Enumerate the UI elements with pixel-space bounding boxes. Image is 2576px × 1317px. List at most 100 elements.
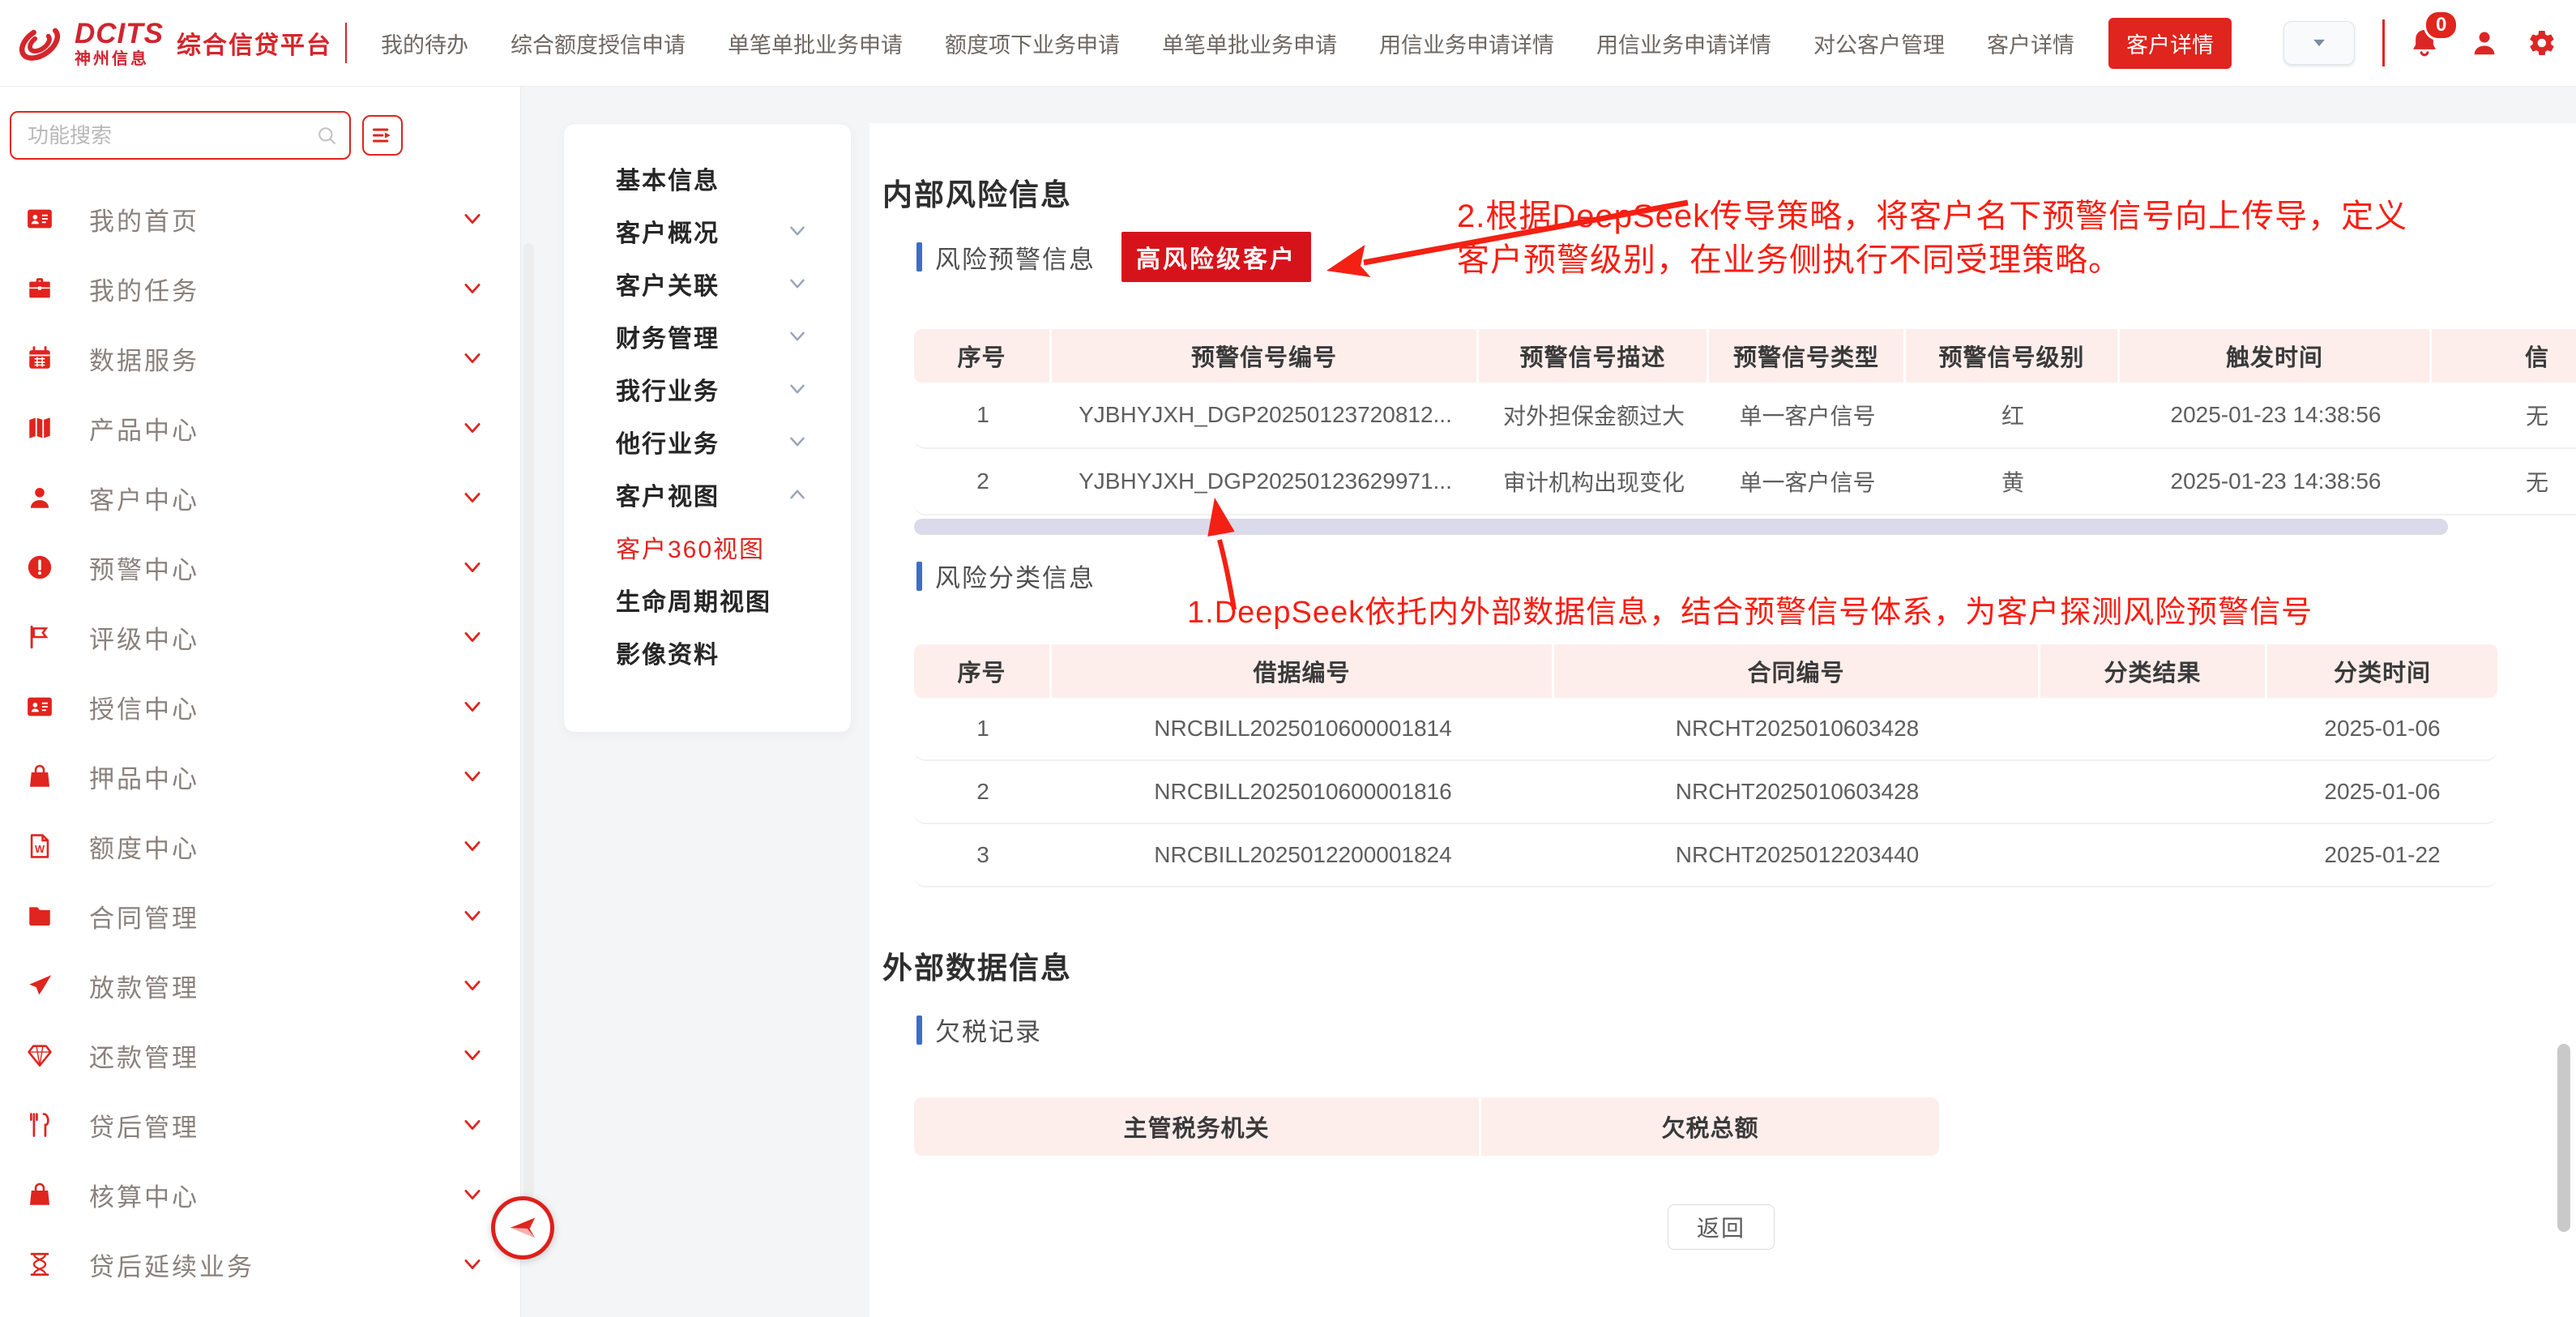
collapse-arrow-icon (504, 1209, 541, 1246)
cell: 无 (2432, 449, 2576, 514)
submenu-item[interactable]: 基本信息 (564, 152, 851, 204)
sidebar-item[interactable]: 客户中心 (0, 463, 520, 532)
section-bar (916, 1016, 922, 1045)
nav-tab[interactable]: 对公客户管理 (1813, 28, 1945, 59)
docw-icon: W (26, 832, 53, 860)
bag-icon (26, 1181, 53, 1208)
table-row[interactable]: 2 YJBHYJXH_DGP20250123629971... 审计机构出现变化… (914, 449, 2576, 515)
folder-icon (26, 902, 53, 930)
sidebar-item[interactable]: 还款管理 (0, 1020, 520, 1090)
cell: 3 (914, 824, 1052, 886)
sidebar-item[interactable]: 合同管理 (0, 881, 520, 951)
cell: 1 (914, 383, 1052, 447)
sidebar-item[interactable]: W 额度中心 (0, 811, 520, 881)
chevron-down-icon (462, 208, 483, 229)
risk-class-section-header: 风险分类信息 (916, 558, 1096, 594)
sidebar-item[interactable]: 我的首页 (0, 184, 520, 254)
nav-tab[interactable]: 用信业务申请详情 (1596, 28, 1771, 59)
plane-icon (26, 972, 53, 999)
chevron-up-icon (788, 485, 807, 504)
logo-text: DCITS 神州信息 (75, 19, 164, 67)
chevron-down-icon (462, 975, 483, 996)
diamond-icon (26, 1041, 53, 1069)
company-name-cn: 神州信息 (75, 51, 164, 67)
sidebar-item[interactable]: 产品中心 (0, 393, 520, 463)
nav-tab[interactable]: 我的待办 (381, 28, 468, 59)
caret-down-icon (2310, 34, 2328, 52)
sidebar-item[interactable]: 数据服务 (0, 323, 520, 393)
notifications-button[interactable]: 0 (2407, 26, 2441, 60)
submenu-item[interactable]: 客户视图 (564, 468, 851, 520)
submenu-item[interactable]: 财务管理 (564, 310, 851, 362)
tabs-dropdown-button[interactable] (2283, 21, 2355, 65)
nav-tab[interactable]: 单笔单批业务申请 (1162, 28, 1337, 59)
cell: 2 (914, 761, 1052, 823)
chevron-down-icon (462, 487, 483, 508)
nav-tab[interactable]: 客户详情 (1987, 28, 2074, 59)
cell: 审计机构出现变化 (1479, 449, 1709, 514)
menu-collapse-button[interactable] (362, 115, 403, 156)
chevron-down-icon (788, 327, 807, 346)
sidebar-item[interactable]: 授信中心 (0, 672, 520, 742)
column-header: 合同编号 (1554, 644, 2040, 698)
cell: NRCBILL2025010600001816 (1052, 761, 1554, 823)
submenu-item[interactable]: 客户概况 (564, 204, 851, 257)
submenu-item[interactable]: 生命周期视图 (564, 573, 851, 626)
sidebar-item[interactable]: 我的任务 (0, 254, 520, 323)
top-navbar: DCITS 神州信息 综合信贷平台 我的待办综合额度授信申请单笔单批业务申请额度… (0, 0, 2576, 87)
annotation-2-line2: 客户预警级别，在业务侧执行不同受理策略。 (1457, 238, 2407, 282)
chevron-down-icon (462, 905, 483, 926)
annotation-2-line1: 2.根据DeepSeek传导策略，将客户名下预警信号向上传导，定义 (1457, 195, 2407, 238)
user-icon[interactable] (2469, 28, 2500, 58)
column-header: 分类结果 (2040, 644, 2267, 698)
submenu-item[interactable]: 客户360视图 (564, 520, 851, 573)
table-row[interactable]: 1 YJBHYJXH_DGP20250123720812... 对外担保金额过大… (914, 383, 2576, 449)
submenu-item[interactable]: 我行业务 (564, 362, 851, 415)
sidebar-item[interactable]: 贷后延续业务 (0, 1229, 520, 1299)
sidebar-item[interactable]: 核算中心 (0, 1160, 520, 1229)
utensils-icon (26, 1111, 53, 1139)
nav-tab[interactable]: 额度项下业务申请 (945, 28, 1120, 59)
back-button[interactable]: 返回 (1668, 1204, 1775, 1250)
page-vertical-scrollbar[interactable] (2557, 1044, 2570, 1232)
active-tab-button[interactable]: 客户详情 (2108, 18, 2232, 69)
nav-tab[interactable]: 用信业务申请详情 (1379, 28, 1554, 59)
cell: NRCBILL2025012200001824 (1052, 824, 1554, 886)
chevron-down-icon (788, 221, 807, 241)
sidebar-collapse-button[interactable] (491, 1196, 554, 1259)
search-input[interactable] (11, 113, 349, 158)
idcard-icon (26, 693, 53, 721)
sidebar-item[interactable]: 贷后管理 (0, 1090, 520, 1160)
chevron-down-icon (462, 836, 483, 857)
sidebar-item[interactable]: 放款管理 (0, 951, 520, 1020)
sidebar-item[interactable]: 预警中心 (0, 532, 520, 602)
briefcase-icon (26, 275, 53, 302)
submenu-item[interactable]: 客户关联 (564, 257, 851, 310)
table-row[interactable]: 1 NRCBILL2025010600001814 NRCHT202501060… (914, 698, 2497, 761)
column-header: 触发时间 (2120, 329, 2432, 383)
submenu-item[interactable]: 他行业务 (564, 415, 851, 468)
submenu-item[interactable]: 影像资料 (564, 626, 851, 678)
tax-title: 欠税记录 (935, 1011, 1042, 1048)
calendar-icon (26, 344, 53, 372)
chevron-down-icon (462, 766, 483, 787)
sidebar-item[interactable]: 押品中心 (0, 742, 520, 811)
navbar-right-divider (2382, 19, 2385, 66)
column-header: 序号 (914, 329, 1052, 383)
bag-icon (26, 763, 53, 790)
nav-tab[interactable]: 单笔单批业务申请 (728, 28, 903, 59)
nav-tab[interactable]: 综合额度授信申请 (511, 28, 686, 59)
notification-count-badge: 0 (2424, 10, 2459, 41)
alert-icon (26, 554, 53, 581)
tax-table: 主管税务机关 欠税总额 (914, 1097, 1939, 1156)
gear-icon[interactable] (2527, 28, 2557, 58)
table-row[interactable]: 2 NRCBILL2025010600001816 NRCHT202501060… (914, 761, 2497, 824)
sidebar-scrollbar[interactable] (523, 243, 534, 1199)
table-row[interactable]: 3 NRCBILL2025012200001824 NRCHT202501220… (914, 824, 2497, 887)
table-header-row: 主管税务机关 欠税总额 (914, 1097, 1939, 1156)
sidebar-item[interactable]: 评级中心 (0, 602, 520, 672)
horizontal-scrollbar[interactable] (914, 519, 2448, 535)
column-header: 预警信号描述 (1479, 329, 1709, 383)
cell: 黄 (1906, 449, 2120, 514)
cell: 2025-01-22 (2267, 824, 2497, 886)
